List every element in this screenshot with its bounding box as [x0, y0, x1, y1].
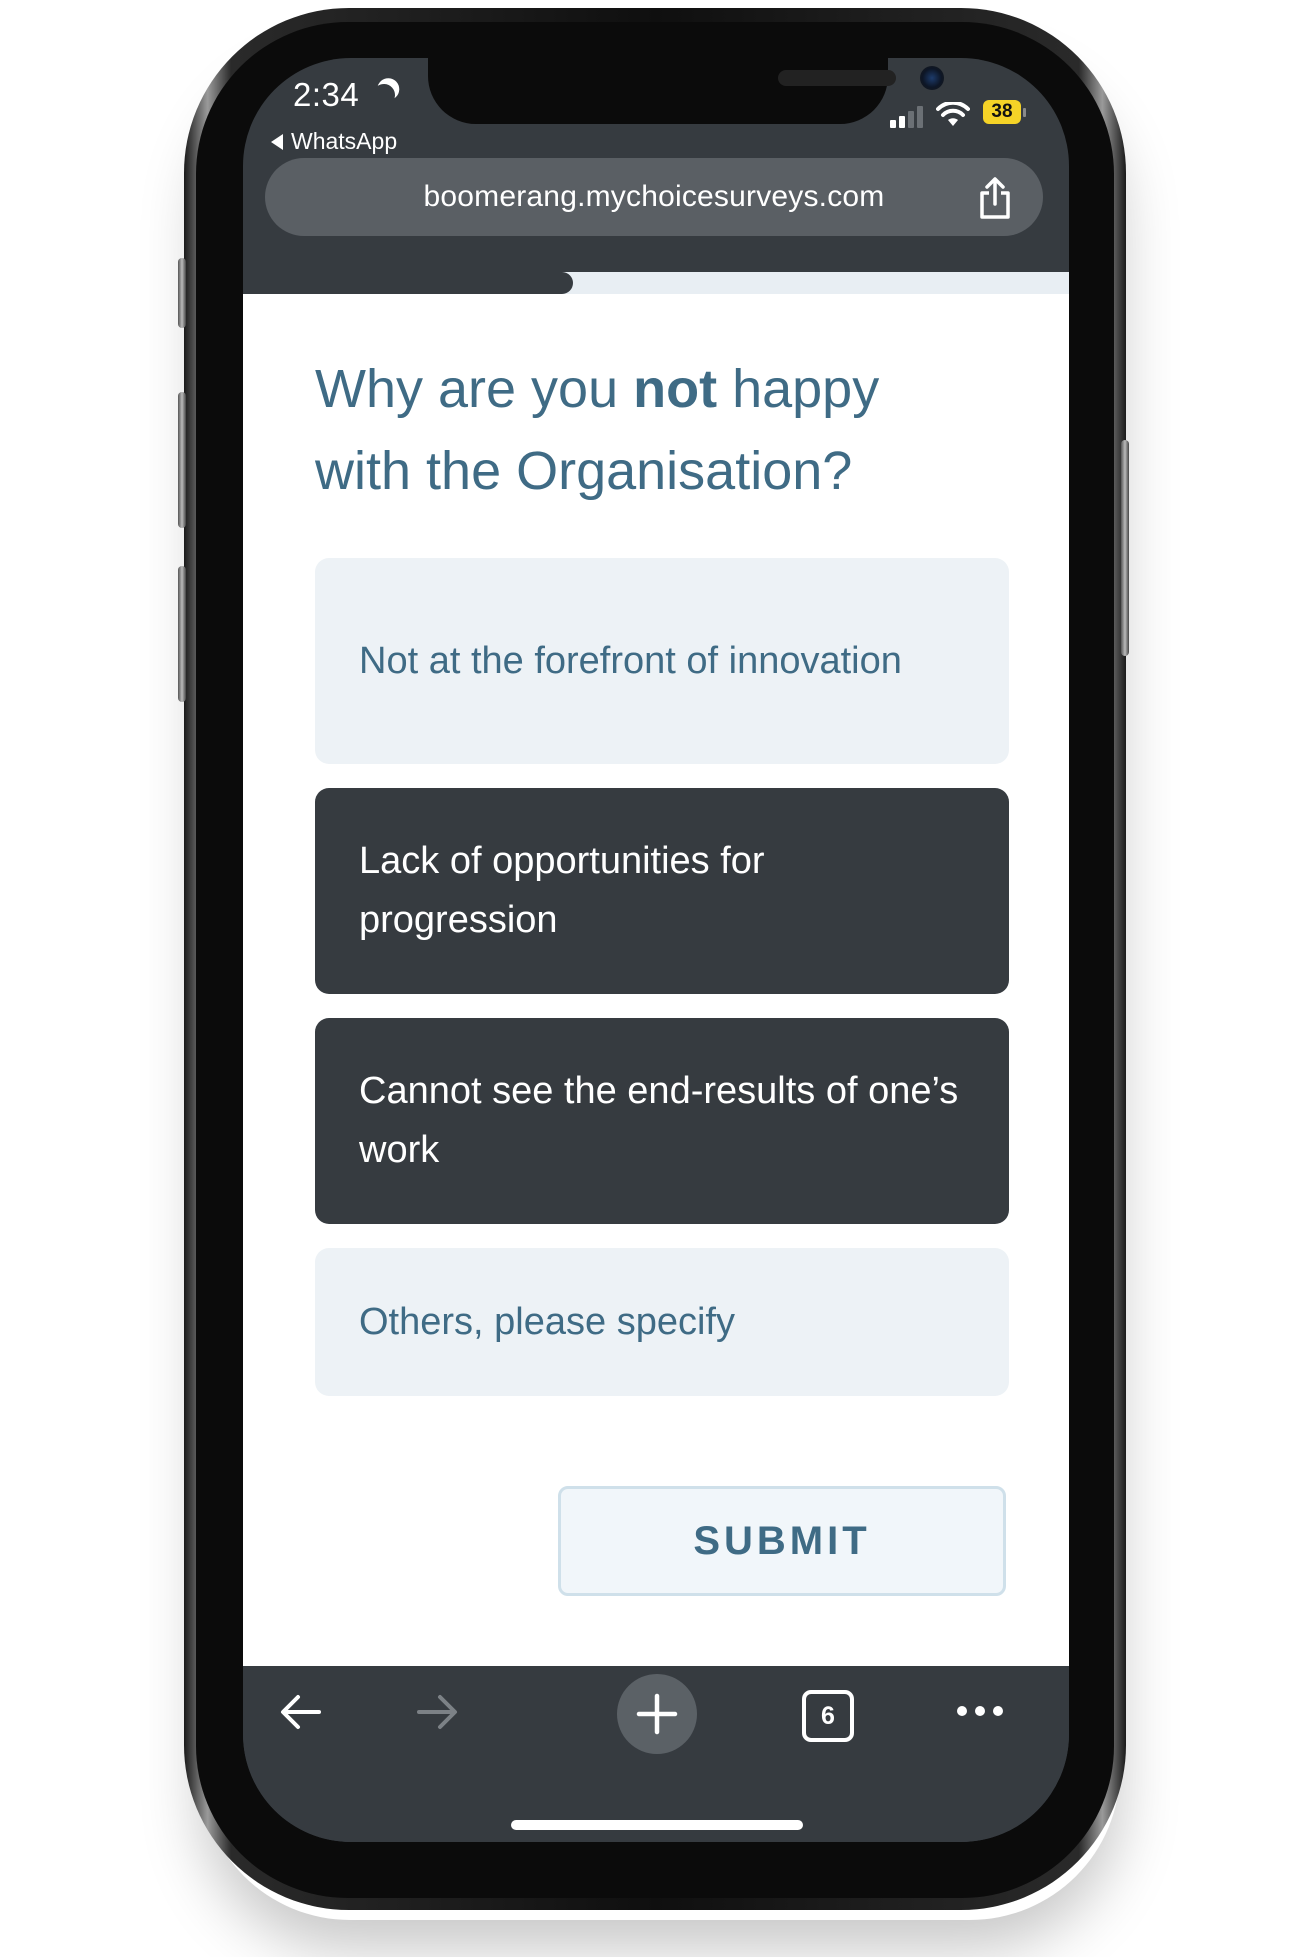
- back-app-label: WhatsApp: [291, 128, 398, 154]
- plus-icon: [636, 1693, 678, 1735]
- status-time: 2:34: [293, 76, 360, 113]
- option-label: Others, please specify: [359, 1300, 735, 1343]
- question-prefix: Why are you: [315, 359, 634, 419]
- volume-up-button: [178, 392, 186, 528]
- back-arrow-icon[interactable]: [279, 1692, 323, 1732]
- front-camera: [920, 66, 944, 90]
- battery-icon: 38: [983, 100, 1021, 124]
- forward-arrow-icon[interactable]: [415, 1692, 459, 1732]
- option-others-specify[interactable]: Others, please specify: [315, 1248, 1009, 1396]
- address-bar[interactable]: boomerang.mychoicesurveys.com: [265, 158, 1043, 236]
- survey-page: Why are you not happy with the Organisat…: [243, 272, 1069, 1666]
- option-lack-of-progression[interactable]: Lack of opportunities for progression: [315, 788, 1009, 994]
- home-indicator[interactable]: [511, 1820, 803, 1830]
- notch: [428, 58, 944, 124]
- option-label: Lack of opportunities for progression: [359, 840, 765, 941]
- cellular-signal-icon: [890, 106, 923, 128]
- battery-nub: [1023, 108, 1026, 117]
- power-button: [1121, 440, 1129, 656]
- share-icon[interactable]: [975, 176, 1015, 220]
- question-title: Why are you not happy with the Organisat…: [315, 348, 955, 512]
- wifi-icon: [936, 102, 970, 126]
- more-options-icon[interactable]: [955, 1704, 1005, 1718]
- progress-bar: [243, 272, 1069, 294]
- option-cannot-see-results[interactable]: Cannot see the end-results of one’s work: [315, 1018, 1009, 1224]
- volume-down-button: [178, 566, 186, 702]
- speaker-grille: [778, 70, 896, 86]
- submit-button[interactable]: SUBMIT: [558, 1486, 1006, 1596]
- back-to-app-link[interactable]: WhatsApp: [271, 128, 397, 155]
- new-tab-button[interactable]: [617, 1674, 697, 1754]
- progress-bar-fill: [243, 272, 574, 294]
- option-not-innovative[interactable]: Not at the forefront of innovation: [315, 558, 1009, 764]
- back-triangle-icon: [271, 133, 283, 150]
- moon-icon: [370, 81, 398, 109]
- option-label: Not at the forefront of innovation: [359, 639, 902, 682]
- phone-mockup: 2:34 WhatsApp 38 boomerang.mychoicesurve…: [0, 0, 1292, 1957]
- mute-switch: [178, 258, 186, 328]
- url-text: boomerang.mychoicesurveys.com: [423, 180, 885, 213]
- phone-screen: 2:34 WhatsApp 38 boomerang.mychoicesurve…: [243, 58, 1069, 1842]
- question-emphasis: not: [633, 359, 718, 419]
- browser-toolbar: 6: [243, 1666, 1069, 1842]
- tabs-button[interactable]: 6: [802, 1690, 854, 1742]
- option-label: Cannot see the end-results of one’s work: [359, 1070, 959, 1171]
